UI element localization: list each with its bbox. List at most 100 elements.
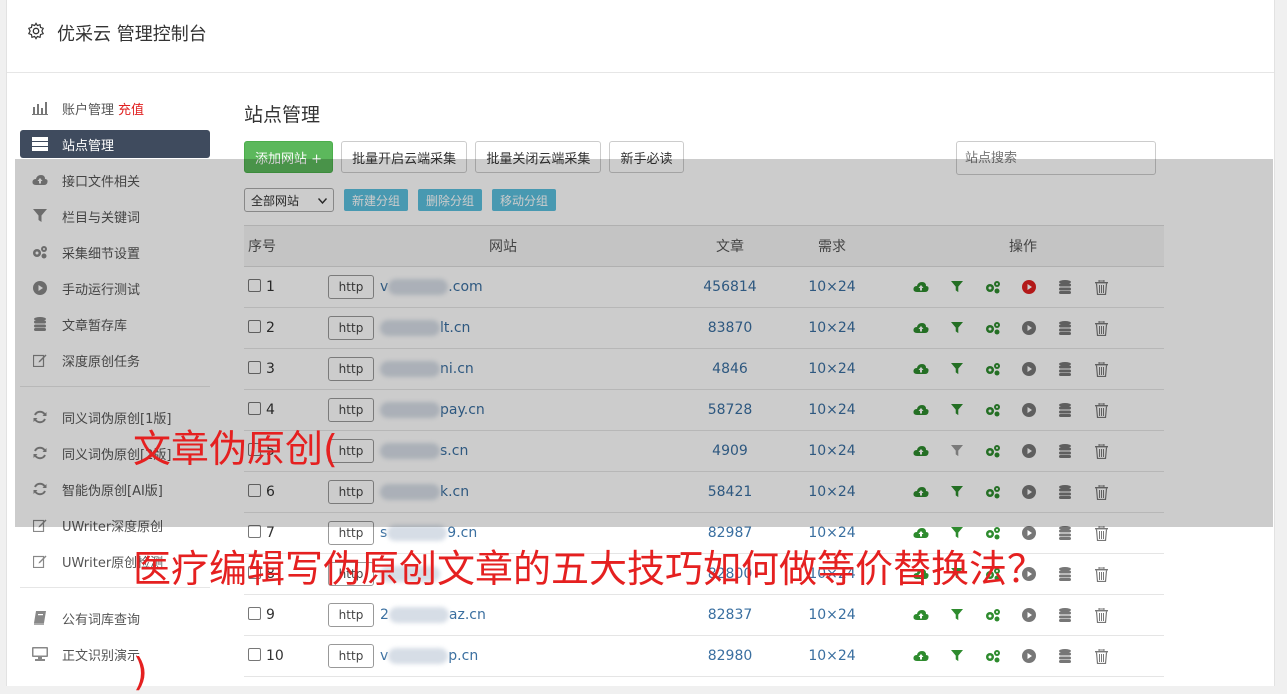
article-count[interactable]: 58421 [679, 471, 781, 513]
database-icon[interactable] [1047, 646, 1083, 666]
trash-icon[interactable] [1083, 564, 1119, 584]
trash-icon[interactable] [1083, 482, 1119, 502]
article-count[interactable]: 58728 [679, 389, 781, 431]
gears-icon[interactable] [975, 318, 1011, 338]
play-circle-icon[interactable] [1011, 318, 1047, 338]
site-suffix[interactable]: pay.cn [440, 402, 485, 418]
database-icon[interactable] [1047, 277, 1083, 297]
gears-icon[interactable] [975, 400, 1011, 420]
sidebar-item-manual-test[interactable]: 手动运行测试 [20, 274, 210, 302]
database-icon[interactable] [1047, 605, 1083, 625]
add-site-button[interactable]: 添加网站 + [244, 141, 334, 173]
demand-value[interactable]: 10×24 [781, 471, 883, 513]
article-count[interactable]: 4846 [679, 348, 781, 390]
cloud-upload-icon[interactable] [903, 400, 939, 420]
batch-close-cloud-button[interactable]: 批量关闭云端采集 [475, 141, 602, 173]
cloud-upload-icon[interactable] [903, 482, 939, 502]
sidebar-item-article-store[interactable]: 文章暂存库 [20, 310, 210, 338]
site-suffix[interactable]: .com [448, 279, 482, 295]
filter-icon[interactable] [939, 400, 975, 420]
site-prefix[interactable]: 2 [380, 607, 389, 623]
row-checkbox[interactable] [248, 525, 261, 538]
filter-icon[interactable] [939, 441, 975, 461]
database-icon[interactable] [1047, 523, 1083, 543]
cloud-upload-icon[interactable] [903, 277, 939, 297]
row-checkbox[interactable] [248, 279, 261, 292]
site-suffix[interactable]: k.cn [440, 484, 469, 500]
trash-icon[interactable] [1083, 605, 1119, 625]
gears-icon[interactable] [975, 277, 1011, 297]
filter-icon[interactable] [939, 277, 975, 297]
demand-value[interactable]: 10×24 [781, 266, 883, 308]
recharge-link[interactable]: 充值 [118, 99, 144, 118]
cloud-upload-icon[interactable] [903, 605, 939, 625]
database-icon[interactable] [1047, 318, 1083, 338]
demand-value[interactable]: 10×24 [781, 389, 883, 431]
batch-open-cloud-button[interactable]: 批量开启云端采集 [341, 141, 468, 173]
sidebar-item-columns[interactable]: 栏目与关键词 [20, 202, 210, 230]
gears-icon[interactable] [975, 646, 1011, 666]
site-suffix[interactable]: ni.cn [440, 361, 474, 377]
cloud-upload-icon[interactable] [903, 359, 939, 379]
filter-icon[interactable] [939, 359, 975, 379]
play-circle-icon[interactable] [1011, 605, 1047, 625]
site-suffix[interactable]: az.cn [449, 607, 486, 623]
sidebar-item-uwriter-deep[interactable]: UWriter深度原创 [20, 511, 210, 539]
gears-icon[interactable] [975, 482, 1011, 502]
play-circle-icon[interactable] [1011, 400, 1047, 420]
demand-value[interactable]: 10×24 [781, 635, 883, 677]
site-prefix[interactable]: v [380, 279, 388, 295]
article-count[interactable]: 82837 [679, 594, 781, 636]
trash-icon[interactable] [1083, 277, 1119, 297]
site-suffix[interactable]: lt.cn [440, 320, 470, 336]
demand-value[interactable]: 10×24 [781, 594, 883, 636]
database-icon[interactable] [1047, 441, 1083, 461]
cloud-upload-icon[interactable] [903, 441, 939, 461]
play-circle-icon[interactable] [1011, 277, 1047, 297]
gears-icon[interactable] [975, 441, 1011, 461]
article-count[interactable]: 456814 [679, 266, 781, 308]
move-group-button[interactable]: 移动分组 [492, 189, 557, 211]
trash-icon[interactable] [1083, 359, 1119, 379]
filter-icon[interactable] [939, 646, 975, 666]
play-circle-icon[interactable] [1011, 482, 1047, 502]
row-checkbox[interactable] [248, 484, 261, 497]
site-suffix[interactable]: p.cn [448, 648, 478, 664]
demand-value[interactable]: 10×24 [781, 430, 883, 472]
database-icon[interactable] [1047, 564, 1083, 584]
site-search-input[interactable] [956, 141, 1156, 175]
database-icon[interactable] [1047, 359, 1083, 379]
trash-icon[interactable] [1083, 318, 1119, 338]
filter-icon[interactable] [939, 318, 975, 338]
newbie-guide-button[interactable]: 新手必读 [609, 141, 684, 173]
site-suffix[interactable]: s.cn [440, 443, 468, 459]
trash-icon[interactable] [1083, 400, 1119, 420]
article-count[interactable]: 4909 [679, 430, 781, 472]
trash-icon[interactable] [1083, 523, 1119, 543]
sidebar-item-interface[interactable]: 接口文件相关 [20, 166, 210, 194]
play-circle-icon[interactable] [1011, 441, 1047, 461]
sidebar-item-sites[interactable]: 站点管理 [20, 130, 210, 158]
row-checkbox[interactable] [248, 648, 261, 661]
database-icon[interactable] [1047, 482, 1083, 502]
sidebar-item-collect-settings[interactable]: 采集细节设置 [20, 238, 210, 266]
row-checkbox[interactable] [248, 607, 261, 620]
sidebar-item-smart-ai[interactable]: 智能伪原创[AI版] [20, 475, 210, 503]
filter-icon[interactable] [939, 605, 975, 625]
article-count[interactable]: 83870 [679, 307, 781, 349]
delete-group-button[interactable]: 删除分组 [418, 189, 483, 211]
row-checkbox[interactable] [248, 361, 261, 374]
demand-value[interactable]: 10×24 [781, 307, 883, 349]
demand-value[interactable]: 10×24 [781, 348, 883, 390]
trash-icon[interactable] [1083, 646, 1119, 666]
site-prefix[interactable]: v [380, 648, 388, 664]
new-group-button[interactable]: 新建分组 [344, 189, 409, 211]
sidebar-item-text-recognition[interactable]: 正文识别演示 [20, 640, 210, 668]
article-count[interactable]: 82980 [679, 635, 781, 677]
gears-icon[interactable] [975, 605, 1011, 625]
row-checkbox[interactable] [248, 402, 261, 415]
database-icon[interactable] [1047, 400, 1083, 420]
filter-icon[interactable] [939, 482, 975, 502]
gears-icon[interactable] [975, 359, 1011, 379]
trash-icon[interactable] [1083, 441, 1119, 461]
